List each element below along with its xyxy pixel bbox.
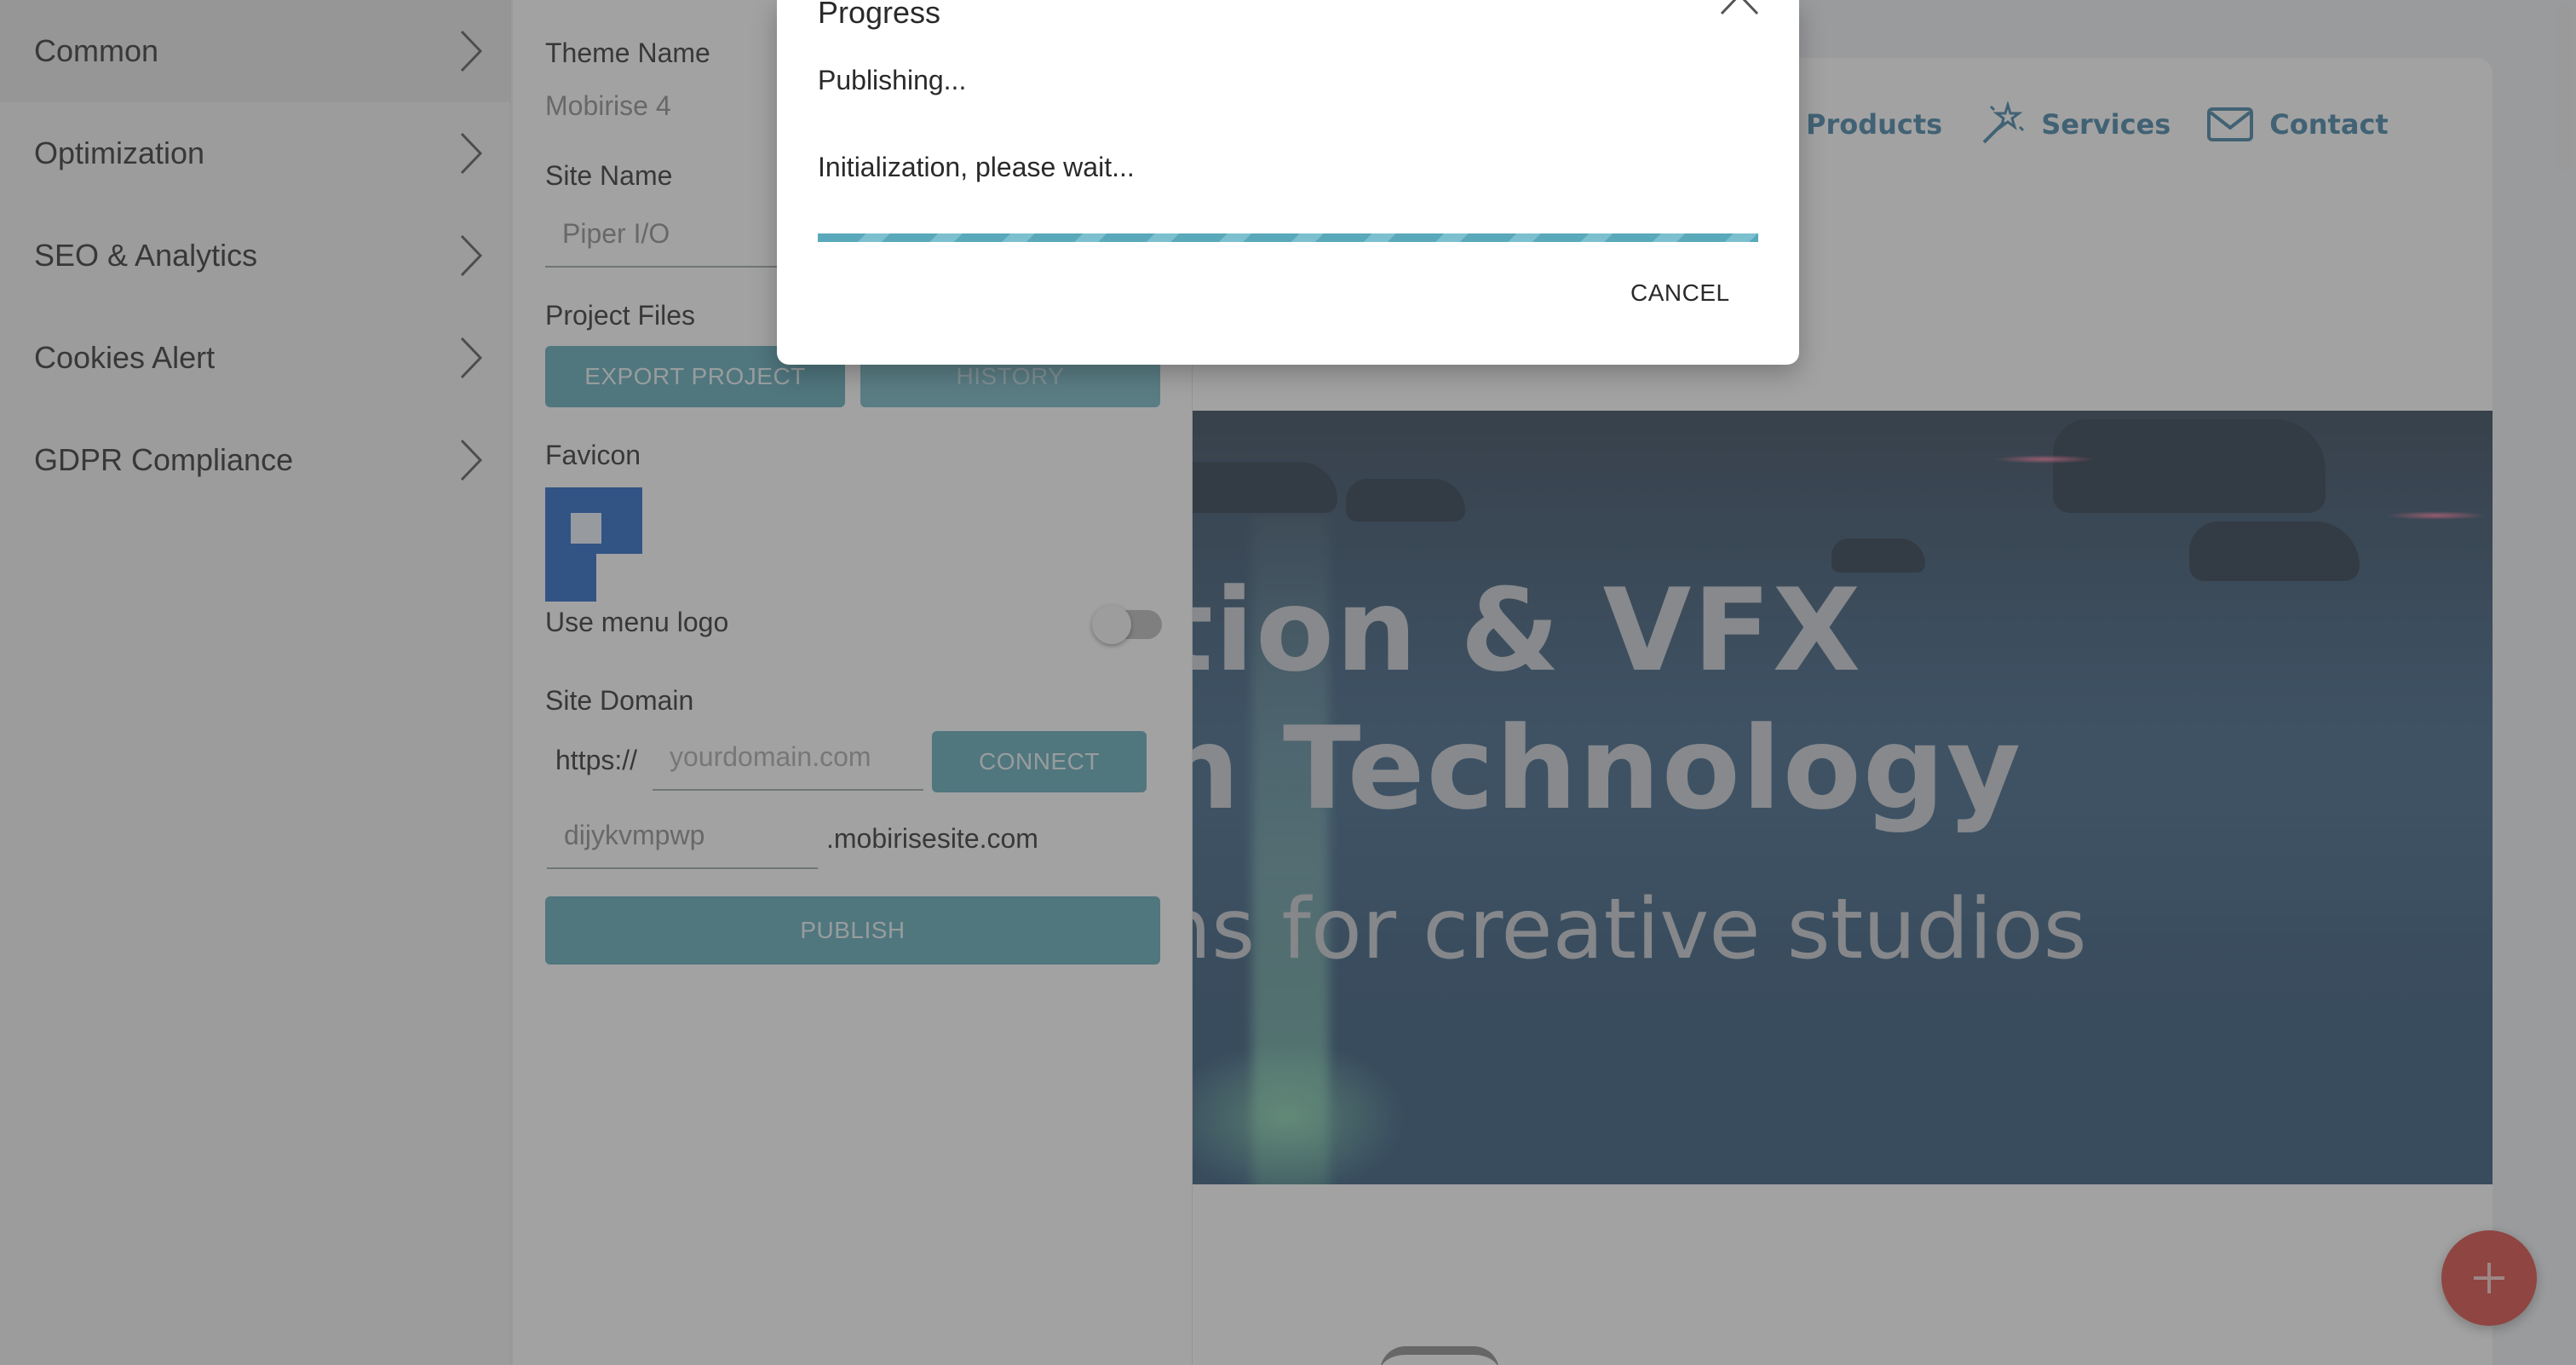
dialog-status-text: Publishing... [818,65,967,95]
progress-bar-fill [818,233,1758,242]
scrollbar-thumb[interactable] [2556,5,2573,170]
close-icon[interactable] [1714,0,1765,26]
page-scrollbar[interactable] [2549,0,2576,1365]
progress-dialog: Progress Publishing... Initialization, p… [777,0,1799,365]
dialog-detail-text: Initialization, please wait... [818,152,1135,182]
progress-bar [818,233,1758,242]
cancel-button[interactable]: CANCEL [1630,279,1730,307]
dialog-title: Progress [818,0,941,30]
